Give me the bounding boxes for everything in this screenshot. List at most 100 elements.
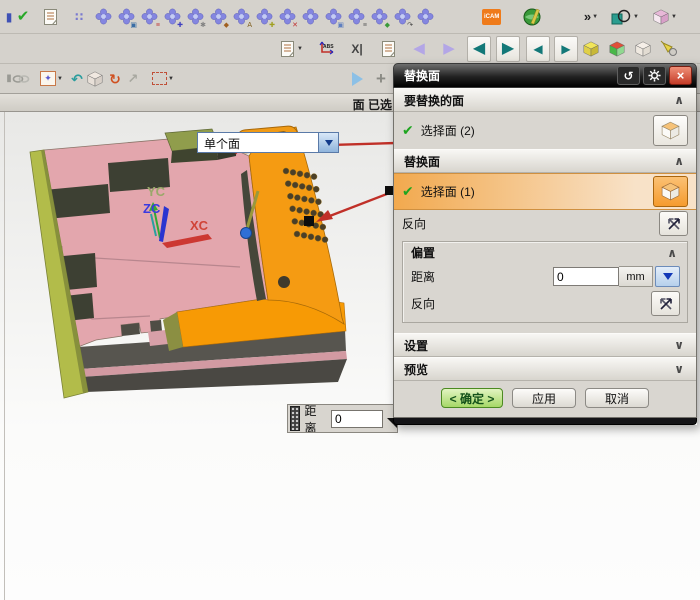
wireframe-cube-icon[interactable] bbox=[634, 38, 652, 60]
spotlight-icon[interactable] bbox=[660, 38, 678, 60]
next-arrow-icon[interactable] bbox=[348, 68, 366, 90]
icam-icon[interactable]: iCAM bbox=[482, 6, 501, 28]
reverse-direction-icon bbox=[658, 296, 674, 312]
ok-button[interactable]: < 确定 > bbox=[441, 388, 503, 408]
apply-button[interactable]: 应用 bbox=[512, 388, 576, 408]
feature-icon-6[interactable]: ◆ bbox=[209, 6, 227, 28]
expand-icon[interactable]: ∨ bbox=[674, 363, 684, 375]
cube-icon bbox=[660, 181, 681, 202]
section-settings[interactable]: 设置 ∨ bbox=[394, 333, 696, 357]
selection-filter-dropdown-button[interactable] bbox=[318, 132, 339, 153]
snap-point-icon[interactable]: ✦▼ bbox=[40, 68, 63, 90]
measure-x-icon[interactable]: X| bbox=[348, 38, 366, 60]
export-part-icon[interactable] bbox=[42, 6, 60, 28]
undo-swoosh-icon[interactable]: ↶ bbox=[68, 68, 86, 90]
unit-dropdown[interactable]: mm bbox=[619, 266, 653, 287]
offset-group-header[interactable]: 偏置 ∧ bbox=[403, 242, 687, 263]
shape-overlap-icon[interactable]: ▼ bbox=[610, 6, 639, 28]
selection-filter-combobox[interactable]: 单个面 bbox=[197, 132, 339, 153]
display-cube-icon[interactable]: ▼ bbox=[652, 6, 677, 28]
forward-arrow-icon[interactable]: ▶ bbox=[440, 38, 458, 60]
notebook-icon[interactable]: ▼ bbox=[280, 38, 303, 60]
nx-application-window: ▮✔ ∷ ▣ ≡ ✚ ✱ ◆ A ✚ ✕ ▣ ≡ ◆ ↷ iCAM »▼ ▼ ▼… bbox=[0, 0, 700, 600]
feature-icon-2[interactable]: ▣ bbox=[117, 6, 135, 28]
overflow-chevrons-icon[interactable]: »▼ bbox=[582, 6, 600, 28]
feature-icon-4[interactable]: ✚ bbox=[163, 6, 181, 28]
face-cube-icon[interactable] bbox=[608, 38, 626, 60]
distance-label: 距离 bbox=[411, 268, 435, 285]
check-icon: ✔ bbox=[402, 183, 414, 200]
close-button[interactable]: × bbox=[669, 66, 692, 85]
offset-reverse-button[interactable] bbox=[651, 291, 680, 316]
csys-abs-icon[interactable]: ABS bbox=[318, 38, 336, 60]
feature-icon-1[interactable] bbox=[94, 6, 112, 28]
select-replacement-face-row[interactable]: ✔ 选择面 (1) bbox=[394, 173, 696, 210]
feature-icon-13[interactable]: ◆ bbox=[370, 6, 388, 28]
ball-cube-icon[interactable] bbox=[86, 68, 104, 90]
globe-icon[interactable] bbox=[522, 6, 542, 28]
chevron-down-icon bbox=[663, 273, 673, 280]
unit-dropdown-button[interactable] bbox=[655, 266, 680, 287]
toolbar-row-navigation: ▼ ABSX| ◀▶◀▶◀▶ bbox=[0, 34, 700, 64]
section-replacement-face[interactable]: 替换面 ∧ bbox=[394, 149, 696, 173]
selection-filter-value[interactable]: 单个面 bbox=[197, 132, 318, 153]
section-preview[interactable]: 预览 ∨ bbox=[394, 357, 696, 381]
offset-title: 偏置 bbox=[411, 244, 435, 261]
prev-feature-icon[interactable]: ◀ bbox=[467, 36, 491, 62]
dialog-title-bar[interactable]: 替换面 ↺ × bbox=[393, 63, 697, 88]
approve-check-icon[interactable]: ✔ bbox=[14, 6, 32, 28]
distance-input[interactable] bbox=[553, 267, 619, 286]
drag-grip-icon[interactable] bbox=[290, 406, 300, 431]
next-step-icon[interactable]: ▶ bbox=[554, 36, 578, 62]
status-text: 面 已选 bbox=[353, 96, 392, 113]
sheet-list-icon[interactable] bbox=[380, 38, 398, 60]
distance-widget-label: 距离 bbox=[304, 404, 327, 433]
rotate-orient-icon[interactable]: ↻ bbox=[106, 68, 124, 90]
feature-icon-3[interactable]: ≡ bbox=[140, 6, 158, 28]
prev-step-icon[interactable]: ◀ bbox=[526, 36, 550, 62]
shaded-cube-icon[interactable] bbox=[582, 38, 600, 60]
collapse-icon[interactable]: ∧ bbox=[674, 94, 684, 106]
face-select-button[interactable] bbox=[653, 115, 688, 146]
expand-icon[interactable]: ∨ bbox=[674, 339, 684, 351]
section-title: 替换面 bbox=[404, 153, 440, 170]
gray-cursor-icon[interactable]: ↗ bbox=[124, 68, 142, 90]
feature-icon-12[interactable]: ≡ bbox=[347, 6, 365, 28]
feature-icon-9[interactable]: ✕ bbox=[278, 6, 296, 28]
cancel-button[interactable]: 取消 bbox=[585, 388, 649, 408]
feature-icon-15[interactable] bbox=[416, 6, 434, 28]
reset-button[interactable]: ↺ bbox=[617, 66, 640, 85]
check-icon: ✔ bbox=[402, 122, 414, 139]
section-faces-to-replace[interactable]: 要替换的面 ∧ bbox=[394, 88, 696, 112]
select-rectangle-icon[interactable]: ▼ bbox=[152, 68, 174, 90]
distance-widget-input[interactable] bbox=[331, 410, 383, 428]
pan-cross-icon[interactable]: + bbox=[372, 68, 390, 90]
link-chain-icon[interactable] bbox=[12, 68, 30, 90]
back-arrow-icon[interactable]: ◀ bbox=[410, 38, 428, 60]
chevron-down-icon: ▼ bbox=[57, 76, 63, 82]
feature-icon-7[interactable]: A bbox=[232, 6, 250, 28]
feature-icon-14[interactable]: ↷ bbox=[393, 6, 411, 28]
select-replacement-label: 选择面 (1) bbox=[421, 183, 475, 200]
dialog-button-bar: < 确定 > 应用 取消 bbox=[394, 381, 696, 417]
chevron-down-icon bbox=[325, 140, 333, 146]
collapse-icon[interactable]: ∧ bbox=[674, 155, 684, 167]
next-feature-icon[interactable]: ▶ bbox=[496, 36, 520, 62]
close-icon: × bbox=[677, 68, 685, 83]
select-faces-row[interactable]: ✔ 选择面 (2) bbox=[394, 112, 696, 149]
feature-icon-8[interactable]: ✚ bbox=[255, 6, 273, 28]
pattern-dots-icon[interactable]: ∷ bbox=[70, 6, 88, 28]
collapse-icon[interactable]: ∧ bbox=[667, 247, 677, 259]
dialog-resize-bar[interactable] bbox=[393, 418, 697, 425]
wcs-yc-label: YC bbox=[147, 184, 166, 199]
feature-icon-10[interactable] bbox=[301, 6, 319, 28]
feature-icon-11[interactable]: ▣ bbox=[324, 6, 342, 28]
chevron-down-icon: ▼ bbox=[633, 14, 639, 20]
feature-icon-5[interactable]: ✱ bbox=[186, 6, 204, 28]
drag-handle-ball[interactable] bbox=[241, 228, 252, 239]
distance-onscreen-widget[interactable]: 距离 bbox=[287, 404, 398, 433]
reverse-direction-button[interactable] bbox=[659, 211, 688, 236]
dialog-options-button[interactable] bbox=[643, 66, 666, 85]
reverse-direction-row: 反向 bbox=[394, 210, 696, 237]
replacement-face-select-button[interactable] bbox=[653, 176, 688, 207]
